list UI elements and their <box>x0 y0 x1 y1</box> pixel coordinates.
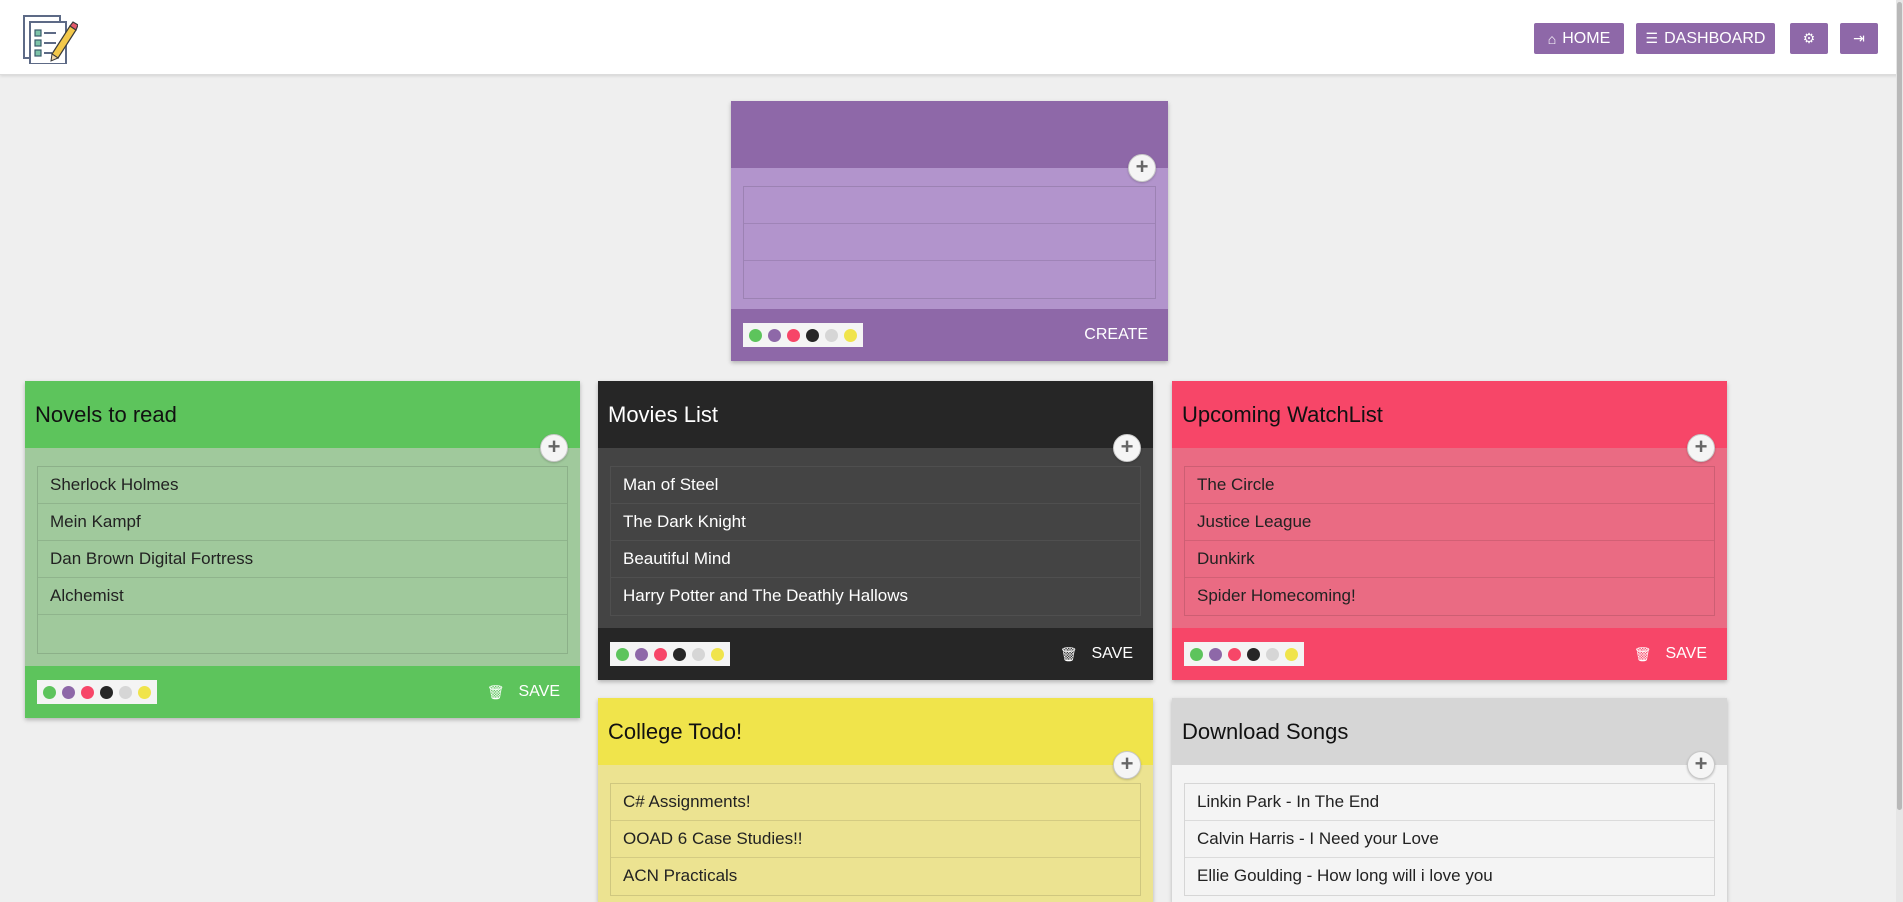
add-item-button[interactable]: + <box>1687 434 1715 462</box>
color-swatch-dark[interactable] <box>1247 647 1260 661</box>
add-item-button[interactable]: + <box>1113 434 1141 462</box>
add-item-button[interactable]: + <box>1687 751 1715 779</box>
item-list: Man of Steel The Dark Knight Beautiful M… <box>610 466 1141 616</box>
list-item[interactable]: The Dark Knight <box>611 504 1140 541</box>
list-item[interactable]: Dunkirk <box>1185 541 1714 578</box>
list-item[interactable]: Justice League <box>1185 504 1714 541</box>
color-swatch-yellow[interactable] <box>1285 647 1298 661</box>
list-item[interactable]: Calvin Harris - I Need your Love <box>1185 821 1714 858</box>
new-note-title-field[interactable] <box>731 101 1168 168</box>
note-title[interactable]: Movies List <box>608 402 718 428</box>
new-note-card: + CREATE <box>731 101 1168 361</box>
dashboard-button-label: DASHBOARD <box>1664 29 1766 47</box>
color-swatch-purple[interactable] <box>1209 647 1222 661</box>
gear-icon: ⚙ <box>1802 30 1816 46</box>
item-list: The Circle Justice League Dunkirk Spider… <box>1184 466 1715 616</box>
note-title[interactable]: Upcoming WatchList <box>1182 402 1383 428</box>
add-item-button[interactable]: + <box>540 434 568 462</box>
list-icon: ☰ <box>1645 30 1659 46</box>
item-list: C# Assignments! OOAD 6 Case Studies!! AC… <box>610 783 1141 896</box>
list-item[interactable]: C# Assignments! <box>611 784 1140 821</box>
color-swatch-green[interactable] <box>43 685 56 699</box>
list-item[interactable]: Harry Potter and The Deathly Hallows <box>611 578 1140 615</box>
color-swatch-red[interactable] <box>1228 647 1241 661</box>
color-swatch-yellow[interactable] <box>844 328 857 342</box>
color-swatch-red[interactable] <box>81 685 94 699</box>
item-list: Linkin Park - In The End Calvin Harris -… <box>1184 783 1715 896</box>
color-swatch-green[interactable] <box>616 647 629 661</box>
item-list <box>743 186 1156 299</box>
item-input[interactable] <box>744 224 1155 261</box>
top-navbar: ⌂ HOME ☰ DASHBOARD ⚙ ⇥ <box>0 0 1903 75</box>
note-card: Download Songs + Linkin Park - In The En… <box>1172 698 1727 902</box>
color-swatch-light[interactable] <box>119 685 132 699</box>
list-item[interactable]: Mein Kampf <box>38 504 567 541</box>
list-item[interactable]: Dan Brown Digital Fortress <box>38 541 567 578</box>
list-item[interactable]: The Circle <box>1185 467 1714 504</box>
list-item[interactable]: Man of Steel <box>611 467 1140 504</box>
save-button[interactable]: SAVE <box>1092 645 1134 663</box>
color-swatch-purple[interactable] <box>62 685 75 699</box>
color-swatch-green[interactable] <box>749 328 762 342</box>
color-swatch-dark[interactable] <box>673 647 686 661</box>
list-item[interactable]: ACN Practicals <box>611 858 1140 895</box>
color-swatch-red[interactable] <box>787 328 800 342</box>
logout-button[interactable]: ⇥ <box>1840 23 1878 54</box>
color-swatch-dark[interactable] <box>100 685 113 699</box>
color-picker <box>743 323 863 347</box>
item-input[interactable] <box>744 187 1155 224</box>
trash-icon[interactable]: 🗑 <box>1634 646 1652 663</box>
page-scrollbar[interactable] <box>1896 0 1903 902</box>
color-swatch-light[interactable] <box>1266 647 1279 661</box>
note-title[interactable]: College Todo! <box>608 719 742 745</box>
save-button[interactable]: SAVE <box>1666 645 1708 663</box>
home-button-label: HOME <box>1562 29 1611 47</box>
home-icon: ⌂ <box>1547 30 1557 47</box>
home-button[interactable]: ⌂ HOME <box>1534 23 1624 54</box>
color-swatch-dark[interactable] <box>806 328 819 342</box>
color-picker <box>610 642 730 666</box>
color-swatch-yellow[interactable] <box>711 647 724 661</box>
list-item[interactable]: Alchemist <box>38 578 567 615</box>
note-card: Movies List + Man of Steel The Dark Knig… <box>598 381 1153 680</box>
item-input[interactable] <box>744 261 1155 298</box>
dashboard-button[interactable]: ☰ DASHBOARD <box>1636 23 1775 54</box>
add-item-button[interactable]: + <box>1113 751 1141 779</box>
app-logo-icon[interactable] <box>22 12 79 65</box>
list-item[interactable] <box>38 615 567 653</box>
note-title[interactable]: Download Songs <box>1182 719 1348 745</box>
color-swatch-red[interactable] <box>654 647 667 661</box>
add-item-button[interactable]: + <box>1128 154 1156 182</box>
list-item[interactable]: Ellie Goulding - How long will i love yo… <box>1185 858 1714 895</box>
color-swatch-light[interactable] <box>825 328 838 342</box>
color-swatch-green[interactable] <box>1190 647 1203 661</box>
color-swatch-purple[interactable] <box>635 647 648 661</box>
note-card: College Todo! + C# Assignments! OOAD 6 C… <box>598 698 1153 902</box>
note-card: Novels to read + Sherlock Holmes Mein Ka… <box>25 381 580 718</box>
item-list: Sherlock Holmes Mein Kampf Dan Brown Dig… <box>37 466 568 654</box>
list-item[interactable]: Spider Homecoming! <box>1185 578 1714 615</box>
list-item[interactable]: Linkin Park - In The End <box>1185 784 1714 821</box>
trash-icon[interactable]: 🗑 <box>1060 646 1078 663</box>
list-item[interactable]: Sherlock Holmes <box>38 467 567 504</box>
save-button[interactable]: SAVE <box>519 683 561 701</box>
color-picker <box>1184 642 1304 666</box>
sign-out-icon: ⇥ <box>1853 30 1865 46</box>
note-title[interactable]: Novels to read <box>35 402 177 428</box>
color-swatch-yellow[interactable] <box>138 685 151 699</box>
color-swatch-light[interactable] <box>692 647 705 661</box>
note-card: Upcoming WatchList + The Circle Justice … <box>1172 381 1727 680</box>
settings-button[interactable]: ⚙ <box>1790 23 1828 54</box>
color-swatch-purple[interactable] <box>768 328 781 342</box>
create-button[interactable]: CREATE <box>1084 326 1148 344</box>
color-picker <box>37 680 157 704</box>
list-item[interactable]: Beautiful Mind <box>611 541 1140 578</box>
trash-icon[interactable]: 🗑 <box>487 684 505 701</box>
scrollbar-thumb[interactable] <box>1897 2 1902 810</box>
list-item[interactable]: OOAD 6 Case Studies!! <box>611 821 1140 858</box>
